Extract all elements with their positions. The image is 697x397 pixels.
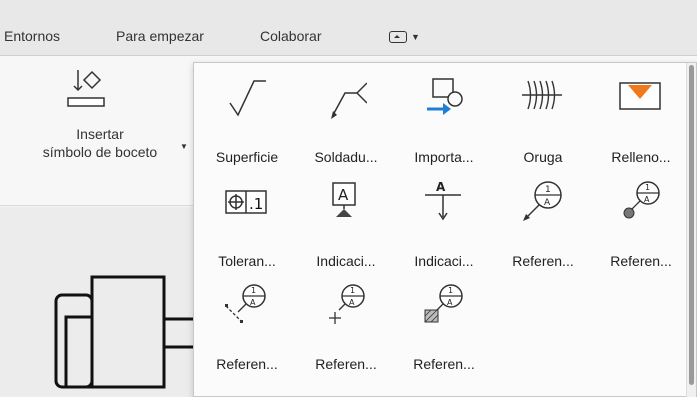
- panel-display-dropdown[interactable]: ▼: [389, 26, 433, 48]
- gallery-item-label: Indicaci...: [316, 253, 376, 269]
- gallery-scrollbar[interactable]: [686, 63, 696, 397]
- svg-text:.1: .1: [249, 195, 263, 213]
- gallery-item-label: Referen...: [216, 356, 278, 372]
- gallery-item-referencia-2[interactable]: 1 A Referen...: [592, 169, 690, 273]
- gallery-item-label: Indicaci...: [414, 253, 474, 269]
- gallery-item-label: Superficie: [215, 149, 279, 165]
- chevron-down-icon: ▼: [411, 32, 420, 42]
- datum-target-point-icon: 1 A: [329, 284, 365, 324]
- gallery-item-relleno[interactable]: Relleno...: [592, 65, 690, 169]
- gallery-item-referencia-5[interactable]: 1 A Referen...: [395, 272, 493, 376]
- gallery-item-referencia-3[interactable]: 1 A Referen...: [198, 272, 296, 376]
- gallery-item-label: Importa...: [414, 149, 474, 165]
- gallery-item-referencia-4[interactable]: 1 A Referen...: [297, 272, 395, 376]
- datum-identifier-icon: A: [425, 180, 461, 221]
- gallery-item-referencia-1[interactable]: 1 A Referen...: [494, 169, 592, 273]
- tab-colaborar[interactable]: Colaborar: [260, 28, 321, 44]
- datum-target-leader-icon: 1 A: [523, 181, 562, 221]
- caterpillar-icon: [522, 80, 562, 110]
- svg-text:1: 1: [350, 286, 355, 295]
- scrollbar-thumb[interactable]: [689, 65, 694, 385]
- gallery-item-oruga[interactable]: Oruga: [494, 65, 592, 169]
- insert-label-line2: símbolo de boceto: [42, 144, 158, 160]
- datum-target-circle-icon: 1 A: [623, 181, 660, 219]
- weld-symbol-icon: [331, 82, 367, 119]
- svg-text:1: 1: [545, 185, 551, 195]
- surface-texture-icon: [229, 80, 266, 117]
- gallery-item-indicacion-identificador[interactable]: A Indicaci...: [395, 169, 493, 273]
- gallery-item-indicacion-referencia[interactable]: A Indicaci...: [297, 169, 395, 273]
- panel-display-icon: [389, 31, 407, 43]
- gallery-item-soldadura[interactable]: Soldadu...: [297, 65, 395, 169]
- svg-text:A: A: [447, 298, 453, 307]
- svg-text:1: 1: [251, 286, 256, 295]
- fill-icon: [619, 82, 661, 110]
- datum-indicator-icon: A: [332, 182, 356, 217]
- gallery-item-label: Relleno...: [611, 149, 671, 165]
- ribbon-tab-bar: Entornos Para empezar Colaborar ▼: [0, 0, 697, 56]
- datum-target-line-icon: 1 A: [225, 284, 266, 323]
- gallery-item-label: Referen...: [610, 253, 672, 269]
- svg-text:A: A: [436, 180, 446, 194]
- gallery-item-label: Toleran...: [218, 253, 276, 269]
- svg-text:A: A: [338, 186, 349, 204]
- gallery-item-tolerancia[interactable]: .1 Toleran...: [198, 169, 296, 273]
- svg-text:A: A: [544, 198, 551, 208]
- gallery-item-label: Referen...: [512, 253, 574, 269]
- svg-text:A: A: [250, 298, 256, 307]
- import-symbol-icon: [427, 78, 463, 115]
- tab-entornos[interactable]: Entornos: [4, 28, 60, 44]
- insert-label-line1: Insertar: [76, 126, 124, 142]
- svg-text:1: 1: [448, 286, 453, 295]
- svg-text:1: 1: [645, 183, 650, 192]
- chevron-down-icon[interactable]: ▼: [180, 142, 188, 151]
- datum-target-area-icon: 1 A: [424, 284, 463, 323]
- tolerance-frame-icon: .1: [225, 190, 267, 214]
- insert-sketch-symbol-icon: [67, 70, 105, 107]
- gallery-item-label: Referen...: [315, 356, 377, 372]
- tab-para-empezar[interactable]: Para empezar: [116, 28, 204, 44]
- svg-text:A: A: [349, 298, 355, 307]
- insert-sketch-symbol-button[interactable]: Insertar símbolo de boceto ▼: [14, 62, 192, 182]
- gallery-item-label: Oruga: [523, 149, 563, 165]
- sketch-symbol-gallery: Superficie Soldadu... Importa... Oruga R…: [193, 62, 697, 397]
- gallery-item-label: Referen...: [413, 356, 475, 372]
- gallery-item-superficie[interactable]: Superficie: [198, 65, 296, 169]
- gallery-item-importar[interactable]: Importa...: [395, 65, 493, 169]
- gallery-item-label: Soldadu...: [314, 149, 378, 165]
- svg-text:A: A: [644, 195, 650, 204]
